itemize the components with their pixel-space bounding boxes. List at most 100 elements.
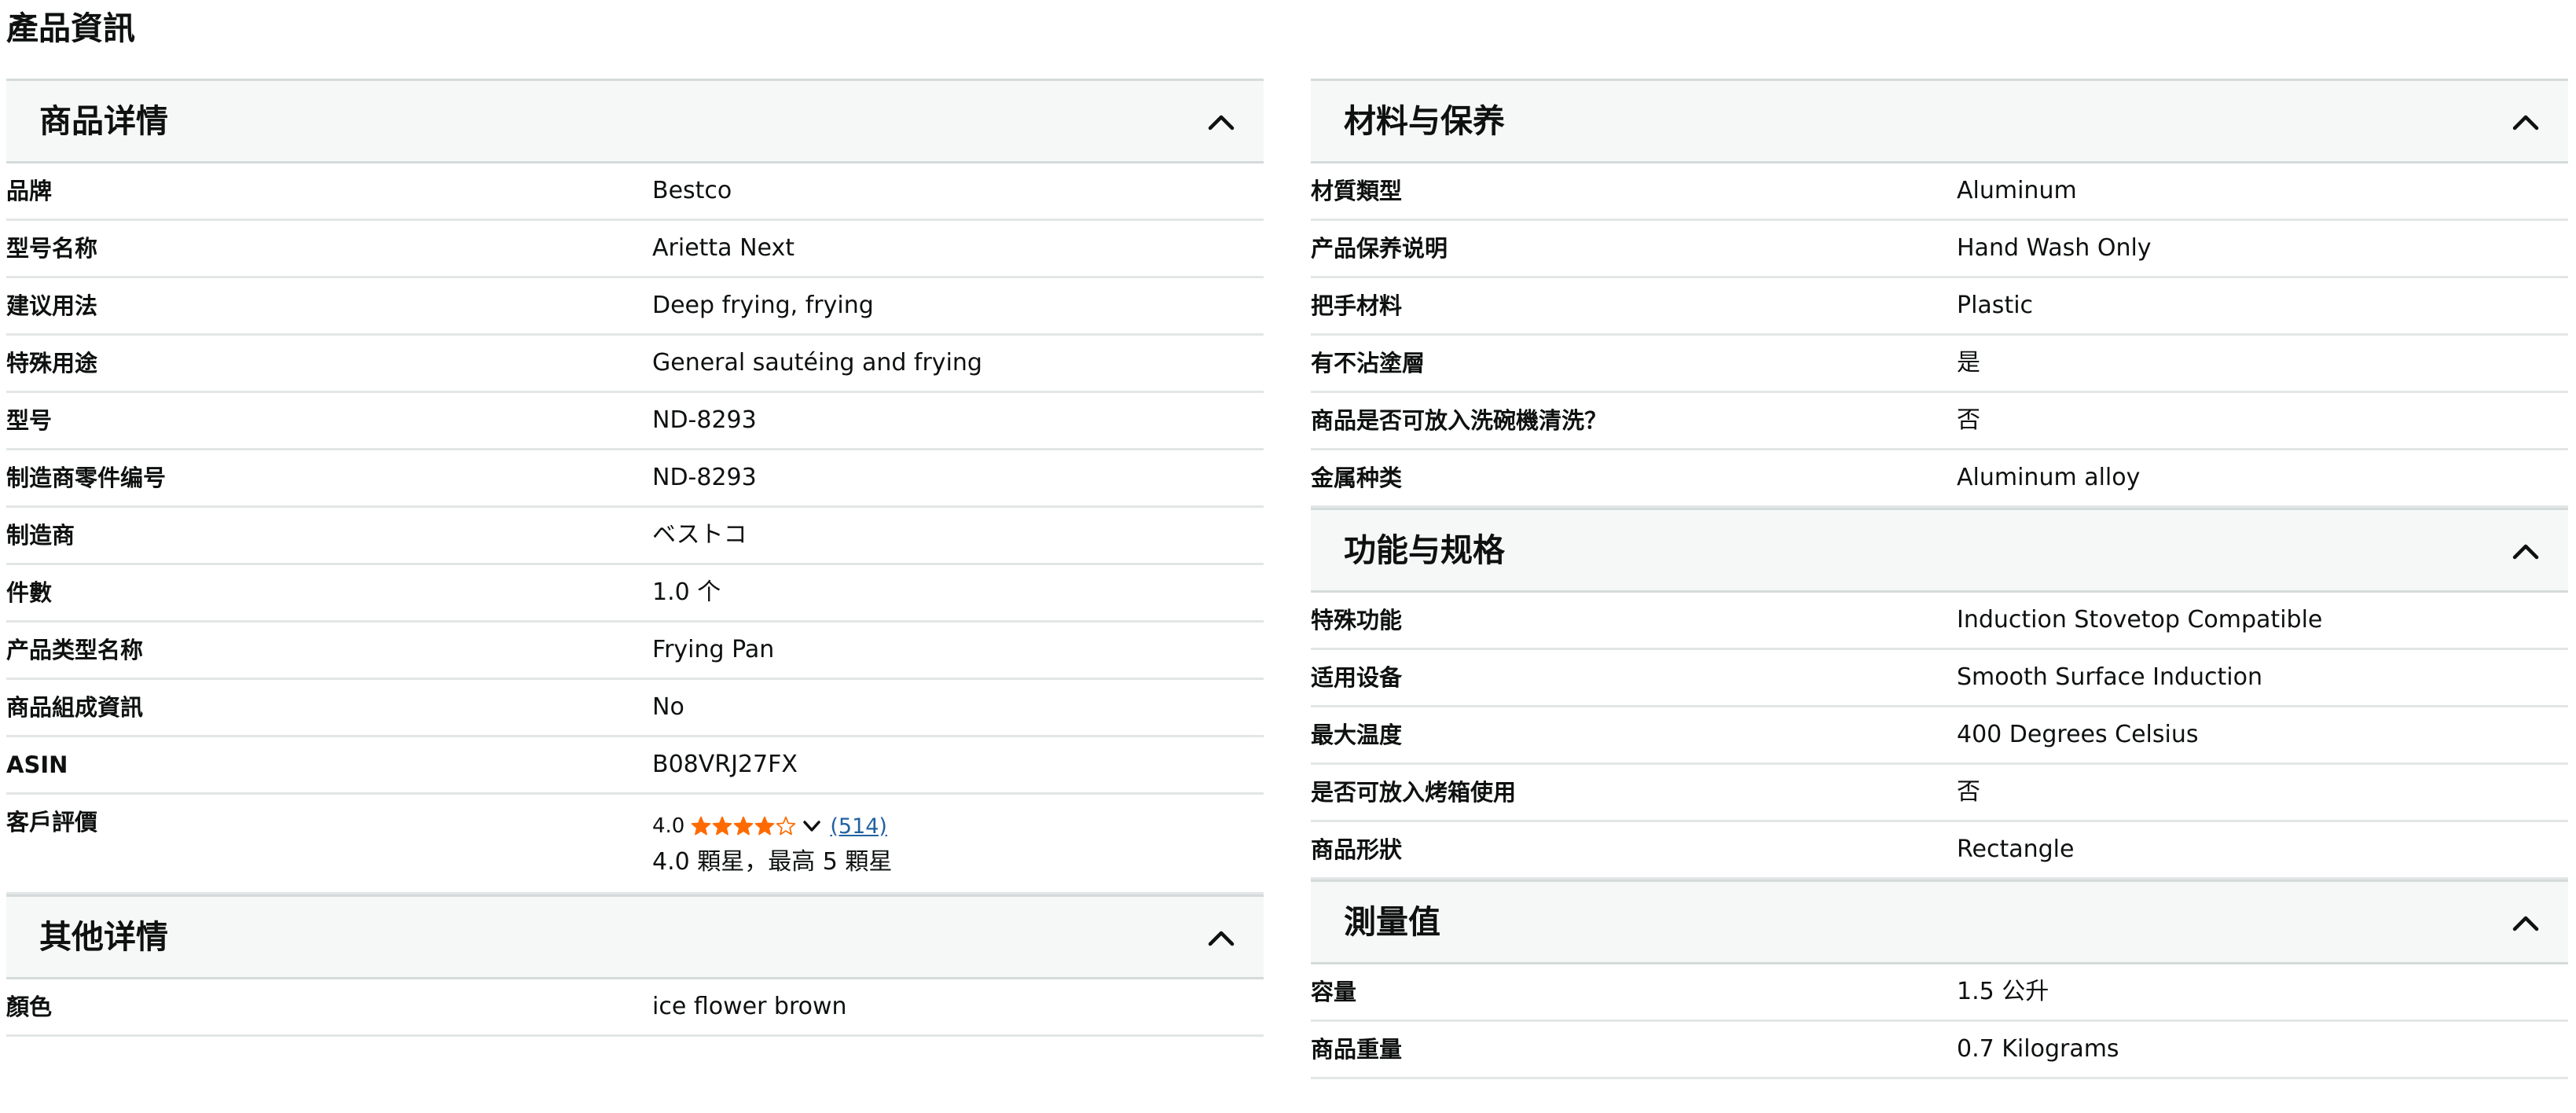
chevron-up-icon[interactable] — [1201, 101, 1242, 142]
table-row: 型号 ND-8293 — [6, 393, 1264, 450]
row-label: 件數 — [6, 579, 53, 606]
section-title: 材料与保养 — [1344, 102, 1505, 140]
section-header-other[interactable]: 其他详情 — [6, 894, 1264, 979]
section-header-measurements[interactable]: 測量值 — [1311, 880, 2568, 964]
row-label: 商品是否可放入洗碗機清洗？ — [1311, 407, 1608, 434]
table-row: 把手材料 Plastic — [1311, 278, 2568, 336]
table-row: 适用设备 Smooth Surface Induction — [1311, 650, 2568, 707]
table-row: 最大温度 400 Degrees Celsius — [1311, 707, 2568, 765]
table-row: ASIN B08VRJ27FX — [6, 737, 1264, 795]
table-row: 特殊功能 Induction Stovetop Compatible — [1311, 593, 2568, 650]
section-header-materials[interactable]: 材料与保养 — [1311, 79, 2568, 163]
table-row: 金属种类 Aluminum alloy — [1311, 450, 2568, 508]
table-row: 商品重量 0.7 Kilograms — [1311, 1022, 2568, 1079]
row-value: Smooth Surface Induction — [1957, 663, 2262, 691]
right-column: 材料与保养 材質類型 Aluminum 产品保养说明 Hand Wash Only … — [1311, 79, 2568, 1079]
row-label: 建议用法 — [6, 292, 98, 319]
row-value: 否 — [1957, 778, 1980, 806]
table-row: 产品保养说明 Hand Wash Only — [1311, 221, 2568, 278]
row-label: 制造商零件编号 — [6, 465, 167, 491]
table-row: 商品形狀 Rectangle — [1311, 822, 2568, 880]
row-label: 特殊功能 — [1311, 607, 1403, 634]
row-label: 商品形狀 — [1311, 836, 1403, 863]
chevron-up-icon[interactable] — [2505, 902, 2546, 943]
row-value: ND-8293 — [652, 406, 757, 434]
table-row: 有不沾塗層 是 — [1311, 336, 2568, 393]
table-row: 品牌 Bestco — [6, 163, 1264, 221]
table-row: 产品类型名称 Frying Pan — [6, 623, 1264, 680]
table-row: 制造商 ベストコ — [6, 508, 1264, 565]
section-title: 其他详情 — [39, 918, 168, 956]
row-value: 1.5 公升 — [1957, 978, 2049, 1005]
row-label: 特殊用途 — [6, 350, 98, 377]
table-row: 顏色 ice flower brown — [6, 979, 1264, 1037]
row-label: 客戶評價 — [6, 809, 98, 836]
row-value: General sautéing and frying — [652, 349, 982, 377]
row-label: 产品类型名称 — [6, 637, 144, 663]
row-value: Arietta Next — [652, 234, 794, 262]
table-row: 件數 1.0 个 — [6, 565, 1264, 623]
row-label: 容量 — [1311, 979, 1357, 1005]
row-value: ND-8293 — [652, 464, 757, 491]
page-title: 產品資訊 — [6, 9, 135, 47]
details-table: 品牌 Bestco 型号名称 Arietta Next 建议用法 Deep fryin… — [6, 163, 1264, 894]
other-table: 顏色 ice flower brown — [6, 979, 1264, 1037]
measurements-table: 容量 1.5 公升 商品重量 0.7 Kilograms — [1311, 964, 2568, 1079]
chevron-up-icon[interactable] — [2505, 101, 2546, 142]
row-label: 把手材料 — [1311, 292, 1403, 319]
table-row: 材質類型 Aluminum — [1311, 163, 2568, 221]
materials-table: 材質類型 Aluminum 产品保养说明 Hand Wash Only 把手材料 Pl… — [1311, 163, 2568, 508]
section-header-details[interactable]: 商品详情 — [6, 79, 1264, 163]
table-row: 商品是否可放入洗碗機清洗？ 否 — [1311, 393, 2568, 450]
row-value: Rectangle — [1957, 836, 2075, 863]
row-label: 最大温度 — [1311, 722, 1403, 748]
row-label: 商品組成資訊 — [6, 694, 144, 721]
row-value: Induction Stovetop Compatible — [1957, 606, 2323, 634]
row-value: Hand Wash Only — [1957, 234, 2152, 262]
table-row: 是否可放入烤箱使用 否 — [1311, 765, 2568, 822]
star-icon — [776, 816, 796, 836]
table-row: 商品組成資訊 No — [6, 680, 1264, 737]
chevron-down-icon[interactable] — [800, 814, 824, 838]
row-label: 商品重量 — [1311, 1036, 1403, 1063]
star-icon — [713, 816, 732, 836]
row-value: ベストコ — [652, 521, 747, 549]
star-rating[interactable] — [691, 816, 797, 836]
row-value: ice flower brown — [652, 993, 847, 1020]
left-column: 商品详情 品牌 Bestco 型号名称 Arietta Next 建议用法 Deep … — [6, 79, 1264, 1037]
row-label: ASIN — [6, 751, 68, 778]
review-count-link[interactable]: (514) — [830, 814, 887, 839]
rating-row: 客戶評價 4.0 (514) 4.0 顆星，最高 5 顆星 — [6, 795, 1264, 894]
section-title: 功能与规格 — [1344, 531, 1505, 569]
section-title: 商品详情 — [39, 102, 168, 140]
chevron-up-icon[interactable] — [2505, 531, 2546, 571]
table-row: 建议用法 Deep frying, frying — [6, 278, 1264, 336]
row-label: 是否可放入烤箱使用 — [1311, 779, 1517, 806]
chevron-up-icon[interactable] — [1201, 917, 1242, 958]
row-value: 400 Degrees Celsius — [1957, 721, 2199, 748]
row-value: Bestco — [652, 177, 732, 204]
row-value: Plastic — [1957, 292, 2034, 319]
row-value: 是 — [1957, 349, 1980, 377]
row-value: B08VRJ27FX — [652, 751, 798, 778]
row-label: 产品保养说明 — [1311, 235, 1448, 262]
row-value: 1.0 个 — [652, 579, 721, 606]
row-value: Frying Pan — [652, 636, 775, 663]
features-table: 特殊功能 Induction Stovetop Compatible 适用设备 Sm… — [1311, 593, 2568, 880]
star-icon — [692, 816, 711, 836]
rating-summary: 4.0 (514) — [652, 810, 887, 842]
row-value: Aluminum — [1957, 177, 2077, 204]
row-label: 金属种类 — [1311, 465, 1403, 491]
row-value: Deep frying, frying — [652, 292, 874, 319]
table-row: 型号名称 Arietta Next — [6, 221, 1264, 278]
section-header-features[interactable]: 功能与规格 — [1311, 508, 2568, 593]
rating-description: 4.0 顆星，最高 5 顆星 — [652, 848, 893, 876]
row-label: 制造商 — [6, 522, 75, 549]
table-row: 容量 1.5 公升 — [1311, 964, 2568, 1022]
row-label: 型号 — [6, 407, 53, 434]
row-label: 有不沾塗層 — [1311, 350, 1426, 377]
section-title: 測量值 — [1344, 903, 1440, 941]
row-label: 品牌 — [6, 178, 53, 204]
row-label: 材質類型 — [1311, 178, 1403, 204]
row-value: No — [652, 693, 684, 721]
